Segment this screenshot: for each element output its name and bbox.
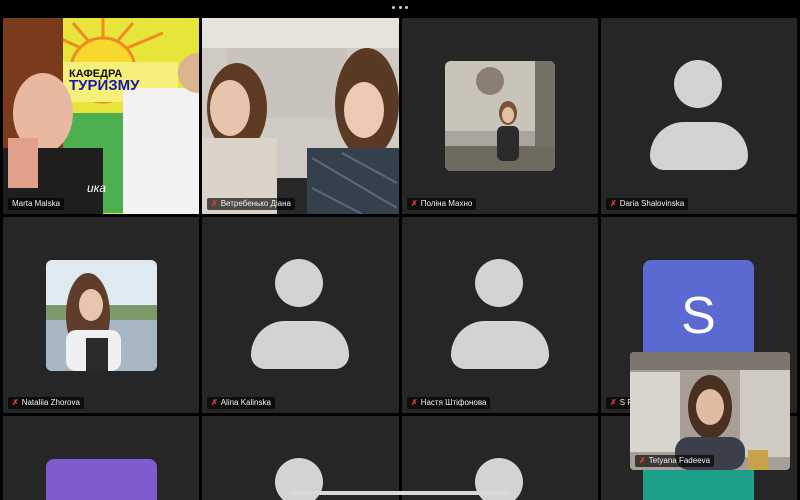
video-tile-nastia-shtifonova[interactable]: ✗ Настя Штіфонова bbox=[402, 217, 598, 413]
mic-muted-icon: ✗ bbox=[211, 199, 218, 208]
participant-name: Настя Штіфонова bbox=[420, 398, 487, 407]
mic-muted-icon: ✗ bbox=[211, 398, 218, 407]
mic-muted-icon: ✗ bbox=[411, 398, 418, 407]
avatar-initial: S bbox=[681, 286, 716, 345]
name-label: Marta Malska bbox=[8, 198, 65, 210]
video-tile-nataliia-zhorova[interactable]: ✗ Nataliia Zhorova bbox=[3, 217, 199, 413]
self-view-tetyana-fadeeva[interactable]: ✗ Tetyana Fadeeva bbox=[630, 352, 790, 470]
avatar bbox=[46, 260, 157, 371]
name-label: ✗ Поліна Махно bbox=[407, 198, 477, 210]
participant-name: Marta Malska bbox=[12, 199, 61, 208]
banner-fragment: ика bbox=[87, 181, 107, 195]
name-label: ✗ Настя Штіфонова bbox=[407, 397, 491, 409]
participant-name: Ветребенько Діана bbox=[220, 199, 291, 208]
video-tile-marta-malska[interactable]: КАФЕДРА ТУРИЗМУ ика Marta Malska bbox=[3, 18, 199, 214]
participant-name: Nataliia Zhorova bbox=[21, 398, 80, 407]
default-avatar-icon bbox=[251, 259, 349, 369]
home-indicator[interactable] bbox=[290, 491, 511, 495]
initial-avatar bbox=[46, 459, 157, 500]
mic-muted-icon: ✗ bbox=[610, 199, 617, 208]
mic-muted-icon: ✗ bbox=[639, 456, 646, 465]
self-video bbox=[630, 352, 790, 470]
name-label: ✗ Tetyana Fadeeva bbox=[635, 455, 715, 467]
name-label: ✗ Daria Shalovinska bbox=[606, 198, 689, 210]
participant-name: Поліна Махно bbox=[420, 199, 473, 208]
video-tile-vetrebenko-diana[interactable]: ✗ Ветребенько Діана bbox=[202, 18, 399, 214]
name-label: ✗ Ветребенько Діана bbox=[207, 198, 295, 210]
video-tile-daria-shalovinska[interactable]: ✗ Daria Shalovinska bbox=[601, 18, 797, 214]
participant-video bbox=[202, 18, 399, 214]
avatar bbox=[445, 61, 555, 171]
video-tile-row3-1[interactable] bbox=[3, 416, 199, 500]
name-label: ✗ Nataliia Zhorova bbox=[8, 397, 84, 409]
video-tile-polina-makhno[interactable]: ✗ Поліна Махно bbox=[402, 18, 598, 214]
default-avatar-icon bbox=[650, 60, 748, 170]
mic-muted-icon: ✗ bbox=[12, 398, 19, 407]
participant-name: Daria Shalovinska bbox=[619, 199, 685, 208]
participant-name: Alina Kalinska bbox=[220, 398, 271, 407]
banner-line-2: ТУРИЗМУ bbox=[69, 77, 140, 94]
mic-muted-icon: ✗ bbox=[411, 199, 418, 208]
participant-name: Tetyana Fadeeva bbox=[648, 456, 711, 465]
video-tile-row3-2[interactable] bbox=[202, 416, 399, 500]
banner-text: КАФЕДРА ТУРИЗМУ bbox=[69, 68, 140, 94]
mic-muted-icon: ✗ bbox=[610, 398, 617, 407]
default-avatar-icon bbox=[451, 259, 549, 369]
name-label: ✗ Alina Kalinska bbox=[207, 397, 275, 409]
video-tile-alina-kalinska[interactable]: ✗ Alina Kalinska bbox=[202, 217, 399, 413]
video-tile-row3-3[interactable] bbox=[402, 416, 598, 500]
options-dots[interactable] bbox=[392, 4, 408, 10]
